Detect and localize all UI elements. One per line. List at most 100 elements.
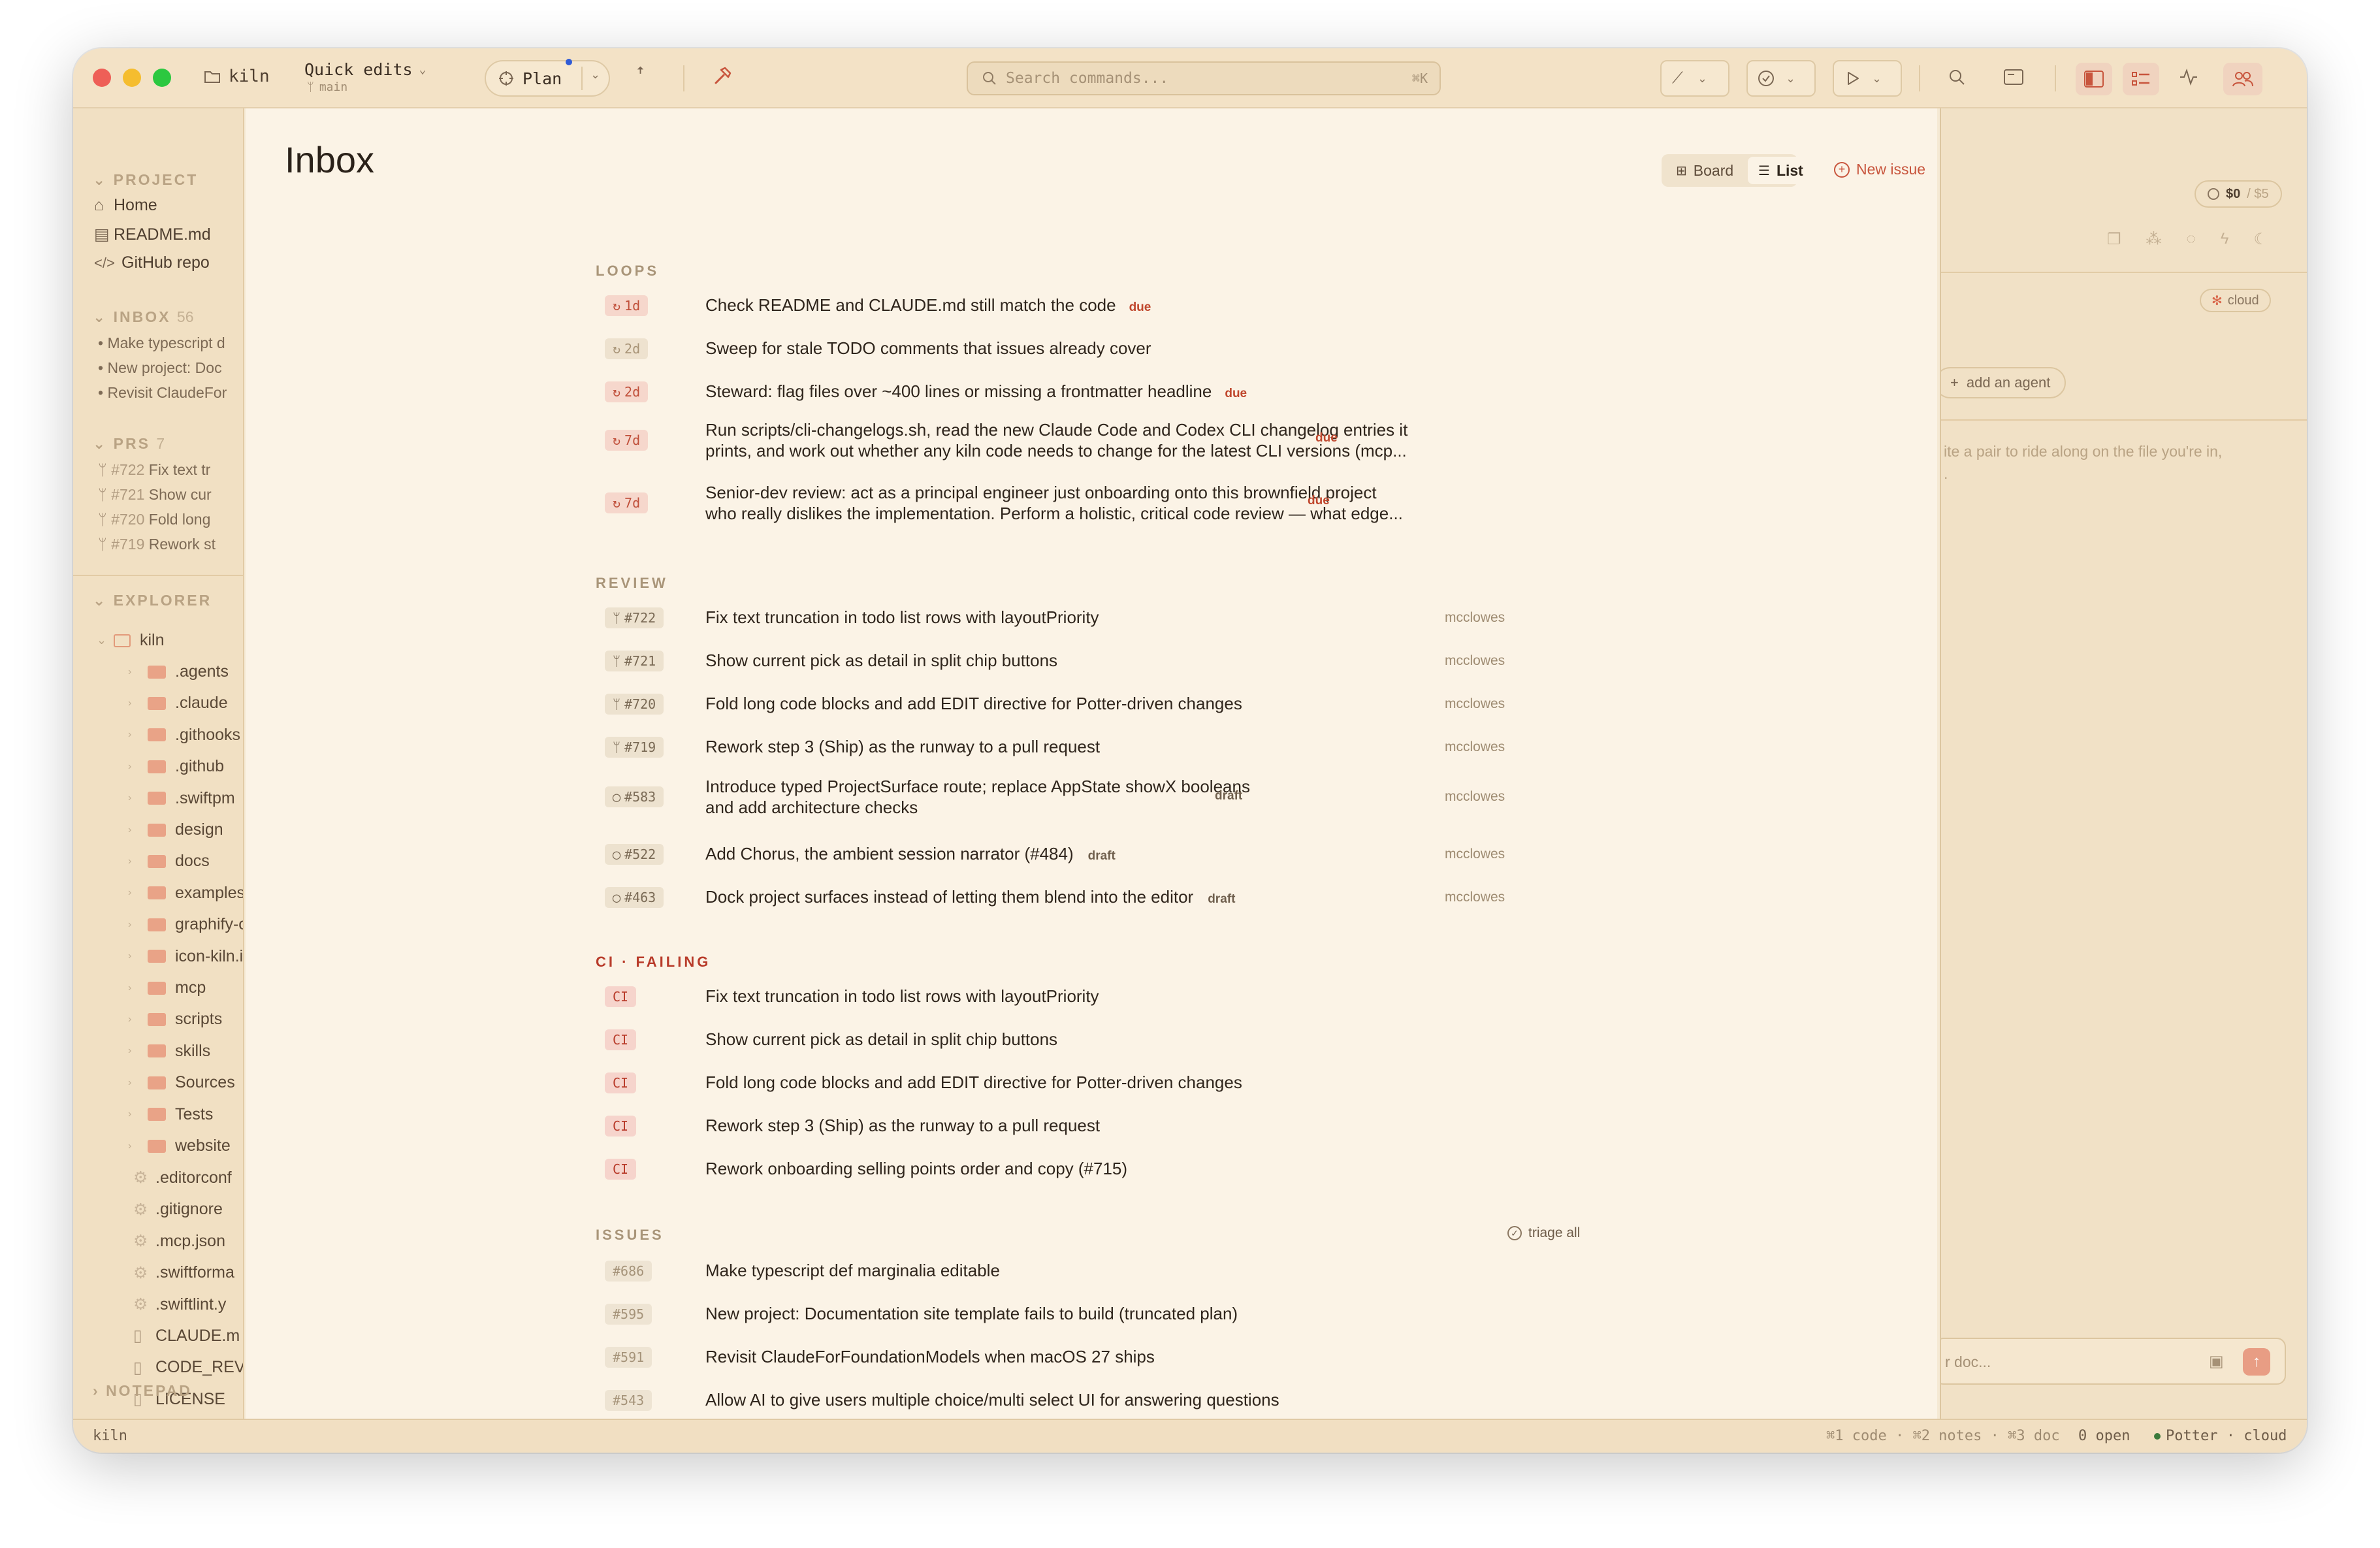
waveform-icon[interactable]: ⁂ (2146, 230, 2162, 249)
explorer-root-folder[interactable]: ⌄ kiln (97, 631, 165, 650)
ci-failure-row[interactable]: CI Fold long code blocks and add EDIT dir… (596, 1063, 1536, 1103)
triage-all-button[interactable]: ✓ triage all (1507, 1225, 1580, 1241)
cloud-badge[interactable]: ✻ cloud (2200, 289, 2271, 312)
explorer-doc-file[interactable]: ▯ CLAUDE.m (133, 1326, 240, 1346)
pointer-tool-button[interactable]: ꜛ (636, 67, 645, 87)
explorer-folder[interactable]: › website (128, 1137, 231, 1155)
list-view-button[interactable]: ☰ List (1748, 157, 1818, 184)
inbox-section-header[interactable]: ⌄ INBOX 56 (93, 308, 194, 326)
review-row[interactable]: ◯ #583 Introduce typed ProjectSurface rout… (596, 772, 1536, 822)
review-row[interactable]: ᛘ #721 Show current pick as detail in spli… (596, 641, 1536, 681)
hammer-build-button[interactable] (712, 65, 733, 86)
review-row[interactable]: ◯ #463 Dock project surfaces instead of le… (596, 878, 1536, 917)
tools-menu-button[interactable]: ⟋ ⌄ (1660, 60, 1729, 97)
sidebar-toggle-button[interactable] (2076, 63, 2112, 95)
sidebar-pr-item[interactable]: ᛘ #721 Show cur (98, 486, 212, 504)
loop-row[interactable]: ↻ 7d Run scripts/cli-changelogs.sh, read t… (596, 415, 1536, 465)
activity-button[interactable] (2179, 68, 2198, 86)
lightning-icon[interactable]: ϟ (2221, 230, 2229, 249)
plan-mode-button[interactable]: Plan ⌄ (485, 59, 610, 97)
sidebar-pr-item[interactable]: ᛘ #720 Fold long (98, 511, 210, 528)
issue-row[interactable]: #591 Revisit ClaudeForFoundationModels wh… (596, 1338, 1536, 1377)
explorer-section-header[interactable]: ⌄ EXPLORER (93, 592, 212, 609)
sidebar-inbox-item[interactable]: • New project: Doc (98, 359, 222, 377)
zoom-window-button[interactable] (153, 69, 171, 87)
explorer-folder[interactable]: › .agents (128, 662, 229, 681)
copy-icon[interactable]: ❐ (2107, 230, 2121, 249)
explorer-config-file[interactable]: ⚙ .swiftforma (133, 1263, 234, 1283)
notepad-section-header[interactable]: › NOTEPAD (93, 1382, 192, 1400)
ci-failure-row[interactable]: CI Fix text truncation in todo list rows … (596, 977, 1536, 1016)
draft-circle-icon: ◯ (613, 789, 621, 805)
sidebar-pr-item[interactable]: ᛘ #722 Fix text tr (98, 461, 210, 479)
explorer-folder[interactable]: › mcp (128, 978, 206, 997)
sidebar-item-readme[interactable]: ▤ README.md (94, 225, 211, 244)
agents-toggle-button[interactable] (2223, 63, 2262, 95)
chevron-down-icon[interactable]: ⌄ (590, 68, 600, 82)
layout-shortcuts: ⌘1 code · ⌘2 notes · ⌘3 doc (1826, 1428, 2060, 1444)
command-search-input[interactable]: Search commands... ⌘K (967, 61, 1441, 95)
moon-icon[interactable]: ☾ (2253, 230, 2268, 249)
explorer-folder[interactable]: › .claude (128, 694, 228, 713)
loop-row[interactable]: ↻ 7d Senior-dev review: act as a principal… (596, 478, 1536, 528)
explorer-folder[interactable]: › design (128, 820, 223, 839)
folder-icon (204, 69, 221, 84)
explorer-folder[interactable]: › .githooks (128, 726, 240, 745)
run-button[interactable]: ⌄ (1833, 60, 1902, 97)
chat-bubbles-icon[interactable]: ◌ (2187, 230, 2196, 249)
branch-selector[interactable]: Quick edits ⌄ ᛘ main (304, 60, 426, 94)
close-window-button[interactable] (93, 69, 111, 87)
review-row[interactable]: ◯ #522 Add Chorus, the ambient session nar… (596, 835, 1536, 874)
ci-badge: CI (605, 1029, 637, 1050)
terminal-button[interactable] (2004, 69, 2023, 85)
prs-section-header[interactable]: ⌄ PRS 7 (93, 435, 165, 453)
explorer-folder[interactable]: › scripts (128, 1010, 222, 1029)
issue-row[interactable]: #543 Allow AI to give users multiple choi… (596, 1381, 1536, 1419)
ci-failure-row[interactable]: CI Rework step 3 (Ship) as the runway to … (596, 1106, 1536, 1146)
open-count: 0 open (2078, 1428, 2131, 1444)
explorer-config-file[interactable]: ⚙ .swiftlint.y (133, 1295, 226, 1314)
explorer-folder[interactable]: › graphify-o (128, 915, 243, 934)
sidebar-inbox-item[interactable]: • Make typescript d (98, 334, 225, 352)
explorer-folder[interactable]: › .swiftpm (128, 789, 235, 808)
send-button[interactable]: ↑ (2243, 1348, 2270, 1376)
explorer-config-file[interactable]: ⚙ .editorconf (133, 1168, 232, 1187)
explorer-folder[interactable]: › docs (128, 852, 210, 871)
sidebar-item-home[interactable]: ⌂ Home (94, 196, 157, 215)
ci-failure-row[interactable]: CI Show current pick as detail in split c… (596, 1020, 1536, 1059)
project-section-header[interactable]: ⌄ PROJECT (93, 171, 198, 189)
minimize-window-button[interactable] (123, 69, 141, 87)
board-view-button[interactable]: ⊞ Board (1676, 162, 1733, 180)
issue-row[interactable]: #686 Make typescript def marginalia edita… (596, 1251, 1536, 1291)
review-row[interactable]: ᛘ #720 Fold long code blocks and add EDIT … (596, 685, 1536, 724)
explorer-folder[interactable]: › icon-kiln.ic (128, 947, 243, 966)
project-folder-button[interactable]: kiln (204, 67, 270, 86)
sidebar-inbox-item[interactable]: • Revisit ClaudeFor (98, 384, 227, 402)
explorer-folder[interactable]: › .github (128, 757, 224, 776)
zoom-button[interactable] (1948, 68, 1966, 86)
ci-failure-row[interactable]: CI Rework onboarding selling points order… (596, 1150, 1536, 1189)
chat-input[interactable]: r doc... ▣ ↑ (1941, 1338, 2286, 1385)
image-attach-icon[interactable]: ▣ (2209, 1352, 2224, 1371)
status-check-button[interactable]: ⌄ (1746, 60, 1816, 97)
explorer-folder[interactable]: › Tests (128, 1105, 213, 1124)
explorer-config-file[interactable]: ⚙ .mcp.json (133, 1231, 225, 1251)
explorer-folder[interactable]: › skills (128, 1042, 210, 1061)
explorer-doc-file[interactable]: ▯ CODE_REV (133, 1358, 243, 1378)
add-agent-button[interactable]: + add an agent (1941, 367, 2066, 398)
issue-row[interactable]: #595 New project: Documentation site temp… (596, 1295, 1536, 1334)
loop-row[interactable]: ↻ 2d Steward: flag files over ~400 lines o… (596, 372, 1536, 411)
review-row[interactable]: ᛘ #722 Fix text truncation in todo list ro… (596, 598, 1536, 637)
sidebar-pr-item[interactable]: ᛘ #719 Rework st (98, 536, 216, 553)
new-issue-button[interactable]: + New issue (1834, 161, 1925, 178)
cost-badge[interactable]: $0 / $5 (2195, 180, 2282, 208)
sidebar-item-github-repo[interactable]: </> GitHub repo (94, 253, 210, 272)
agent-status[interactable]: Potter · cloud (2154, 1428, 2287, 1444)
explorer-folder[interactable]: › Sources (128, 1073, 235, 1092)
review-row[interactable]: ᛘ #719 Rework step 3 (Ship) as the runway … (596, 728, 1536, 767)
loop-row[interactable]: ↻ 2d Sweep for stale TODO comments that is… (596, 329, 1536, 368)
inbox-list-toggle-button[interactable] (2123, 63, 2159, 95)
explorer-folder[interactable]: › examples (128, 884, 243, 903)
explorer-config-file[interactable]: ⚙ .gitignore (133, 1200, 223, 1219)
loop-row[interactable]: ↻ 1d Check README and CLAUDE.md still matc… (596, 286, 1536, 325)
